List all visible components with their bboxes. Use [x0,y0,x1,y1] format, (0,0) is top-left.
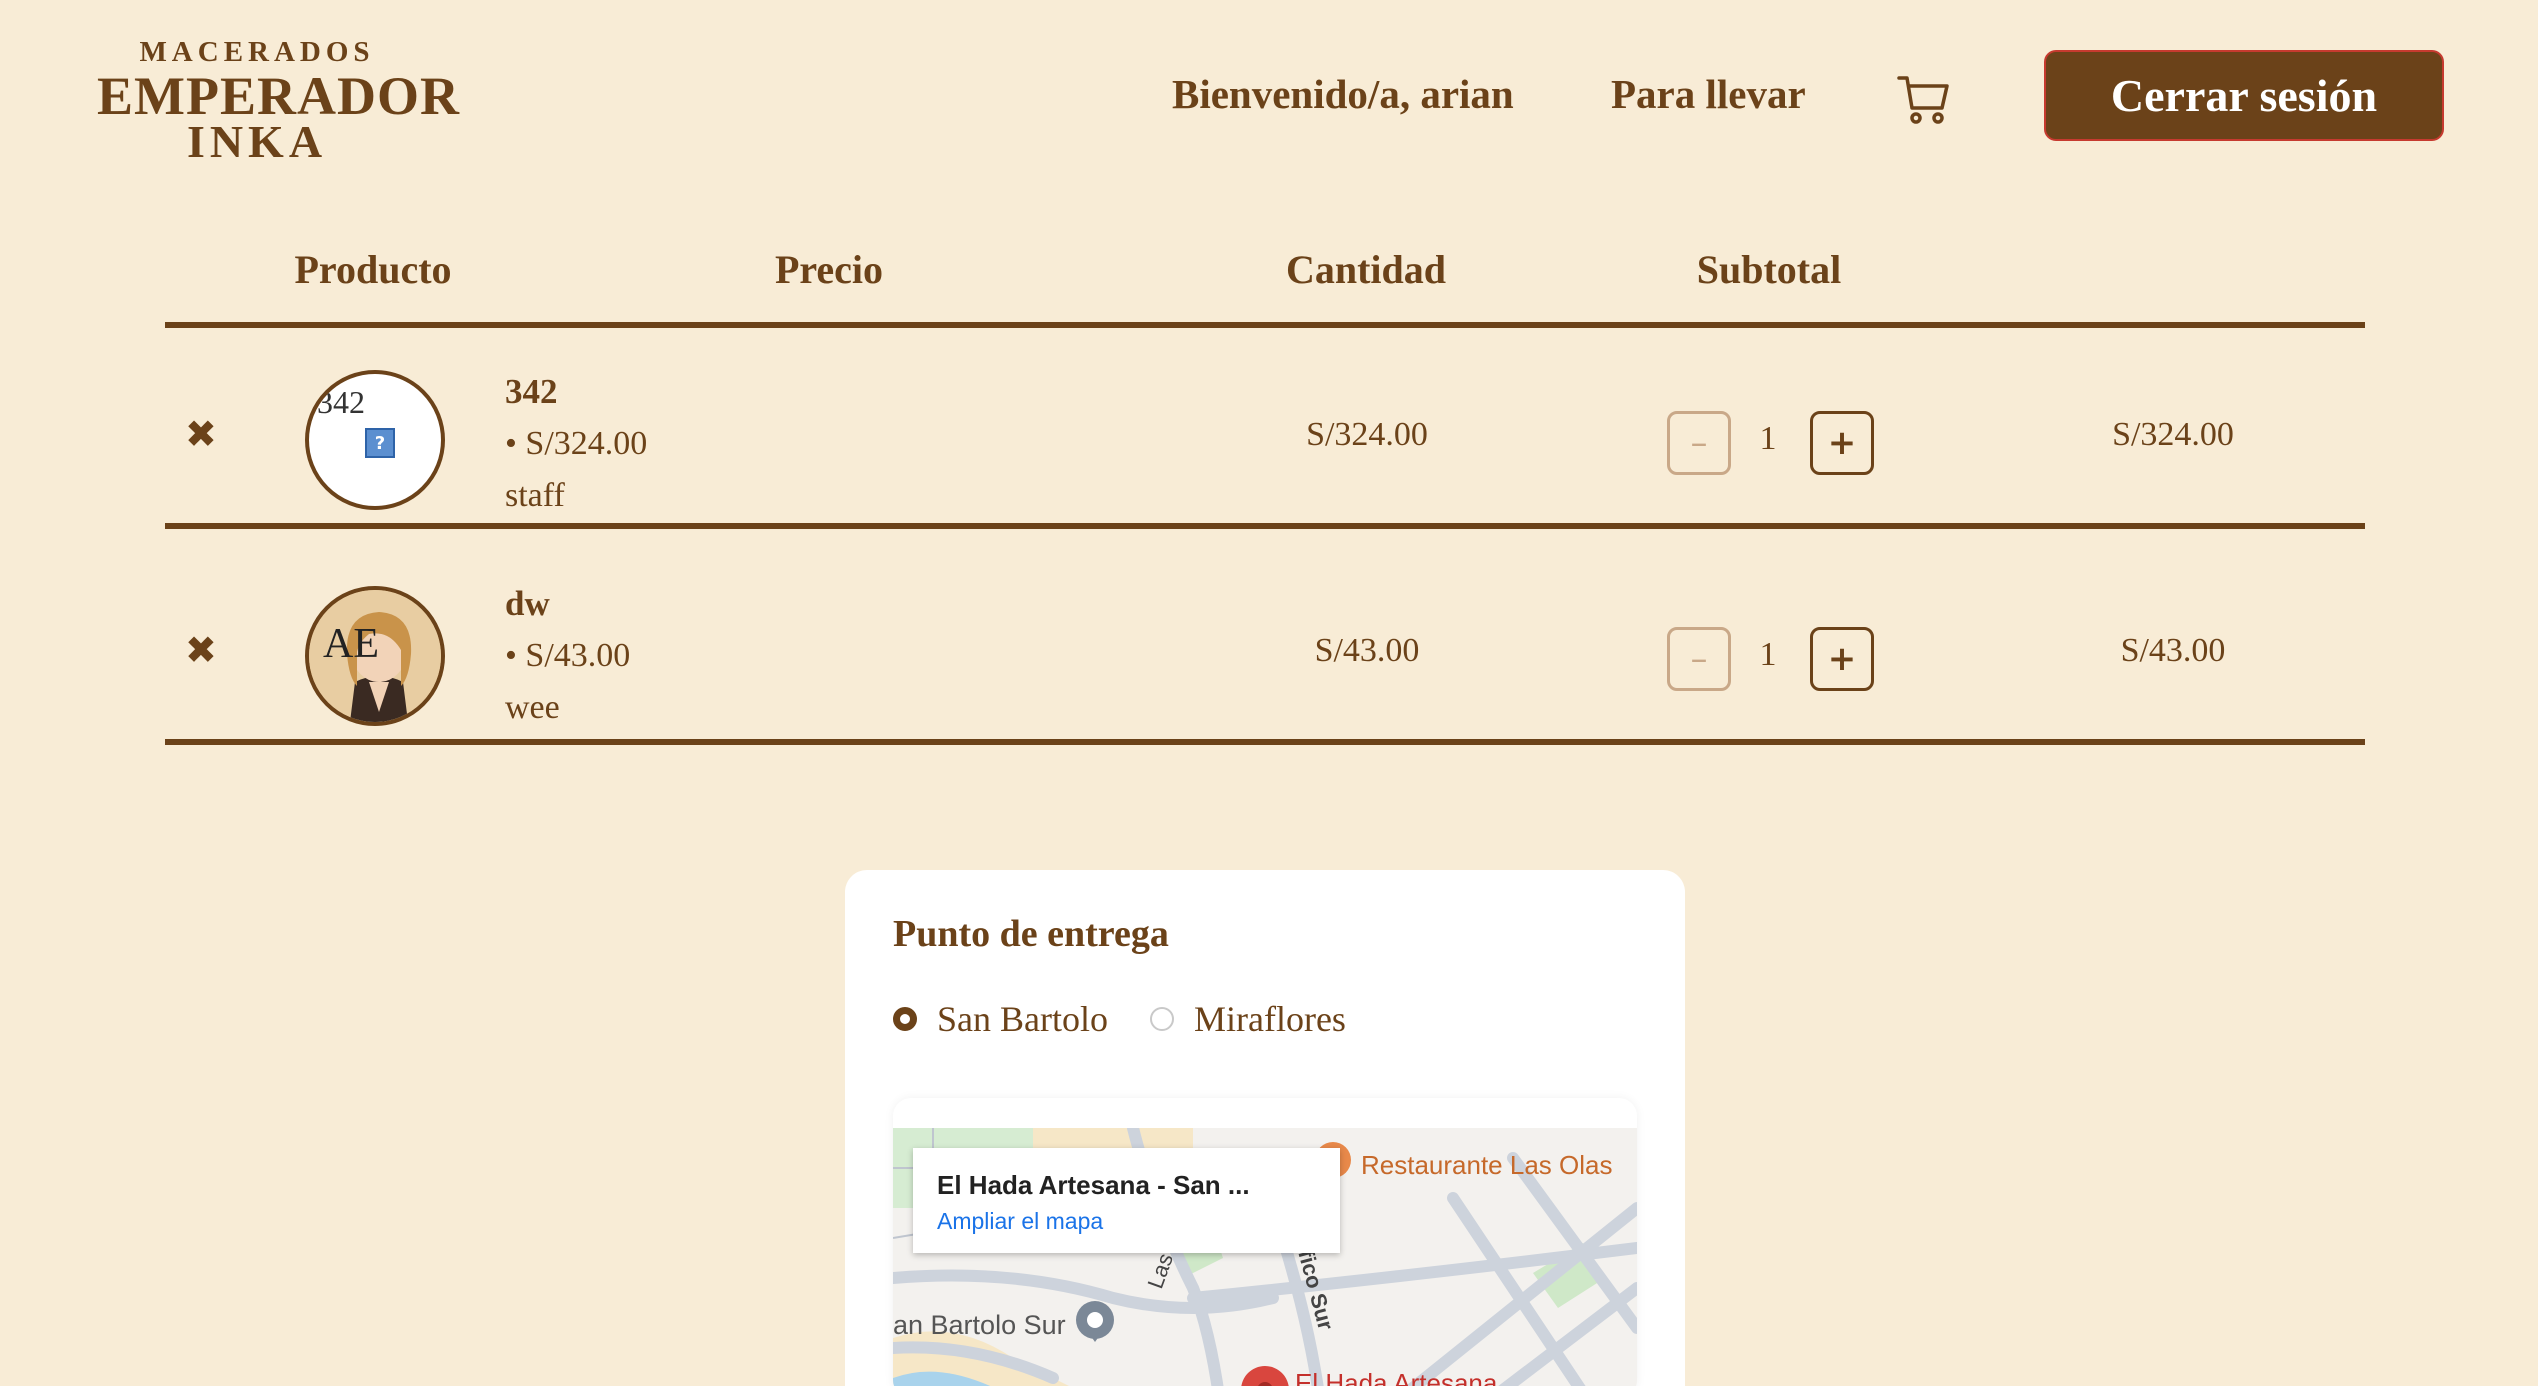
column-header-product: Producto [294,247,452,292]
cart-page: MACERADOS EMPERADOR INKA Bienvenido/a, a… [0,0,2538,1386]
product-unit-price: • S/43.00 [505,637,631,674]
product-price: S/43.00 [1314,632,1420,669]
product-image: 342 ? [305,370,445,510]
welcome-text: Bienvenido/a, arian [1172,71,1514,117]
delivery-option-label: San Bartolo [937,999,1108,1039]
decrease-quantity-button[interactable]: – [1667,411,1731,475]
logo-line-2: EMPERADOR [97,66,460,126]
map-frame: Restaurante Las Olas an Bartolo Sur El H… [893,1098,1637,1386]
embedded-map[interactable]: Restaurante Las Olas an Bartolo Sur El H… [893,1128,1637,1386]
table-row: ✖ AE dw • S/43.00 wee S/43.00 – 1 + S/43… [165,544,2365,754]
map-label-district: an Bartolo Sur [893,1310,1066,1340]
product-price: S/324.00 [1306,416,1428,453]
image-overlay-text: AE [323,621,379,667]
delivery-option-miraflores[interactable]: Miraflores [1150,998,1346,1040]
map-marker-label[interactable]: El Hada Artesana [1295,1368,1497,1386]
product-unit-price: • S/324.00 [505,425,648,462]
column-header-quantity: Cantidad [1285,247,1447,292]
quantity-value: 1 [1759,420,1777,457]
delivery-card: Punto de entrega San Bartolo Miraflores [845,870,1685,1386]
increase-quantity-button[interactable]: + [1810,627,1874,691]
close-icon[interactable]: ✖ [185,632,217,670]
map-place-title: El Hada Artesana - San ... [937,1170,1250,1200]
delivery-title: Punto de entrega [893,913,1169,955]
product-info: 342 • S/324.00 staff [505,366,647,522]
close-icon[interactable]: ✖ [185,416,217,454]
product-name: 342 [505,372,558,411]
delivery-option-label: Miraflores [1194,999,1346,1039]
nav-takeaway-link[interactable]: Para llevar [1611,70,1806,118]
logout-button[interactable]: Cerrar sesión [2044,50,2444,141]
product-subtotal: S/43.00 [2120,632,2226,669]
product-image: AE [305,586,445,726]
radio-selected[interactable] [893,1007,917,1031]
delivery-option-san-bartolo[interactable]: San Bartolo [893,998,1108,1040]
brand-logo[interactable]: MACERADOS EMPERADOR INKA [97,36,460,165]
table-row: ✖ 342 ? 342 • S/324.00 staff S/324.00 – … [165,328,2365,538]
radio-unselected[interactable] [1150,1007,1174,1031]
image-alt-text: 342 [317,384,365,420]
table-divider [165,523,2365,529]
logo-line-1: MACERADOS [139,36,375,68]
broken-image-icon: ? [365,428,395,458]
product-name: dw [505,584,550,623]
quantity-value: 1 [1759,636,1777,673]
column-header-price: Precio [774,247,884,292]
column-header-subtotal: Subtotal [1696,247,1842,292]
decrease-quantity-button[interactable]: – [1667,627,1731,691]
product-description: wee [505,689,560,726]
map-label-restaurant[interactable]: Restaurante Las Olas [1361,1150,1612,1181]
map-info-popup: El Hada Artesana - San ... Ampliar el ma… [913,1148,1340,1253]
product-description: staff [505,477,565,514]
table-divider [165,739,2365,745]
product-info: dw • S/43.00 wee [505,578,630,734]
map-enlarge-link[interactable]: Ampliar el mapa [937,1208,1103,1235]
product-subtotal: S/324.00 [2112,416,2234,453]
shopping-cart-icon[interactable] [1896,72,1952,128]
increase-quantity-button[interactable]: + [1810,411,1874,475]
